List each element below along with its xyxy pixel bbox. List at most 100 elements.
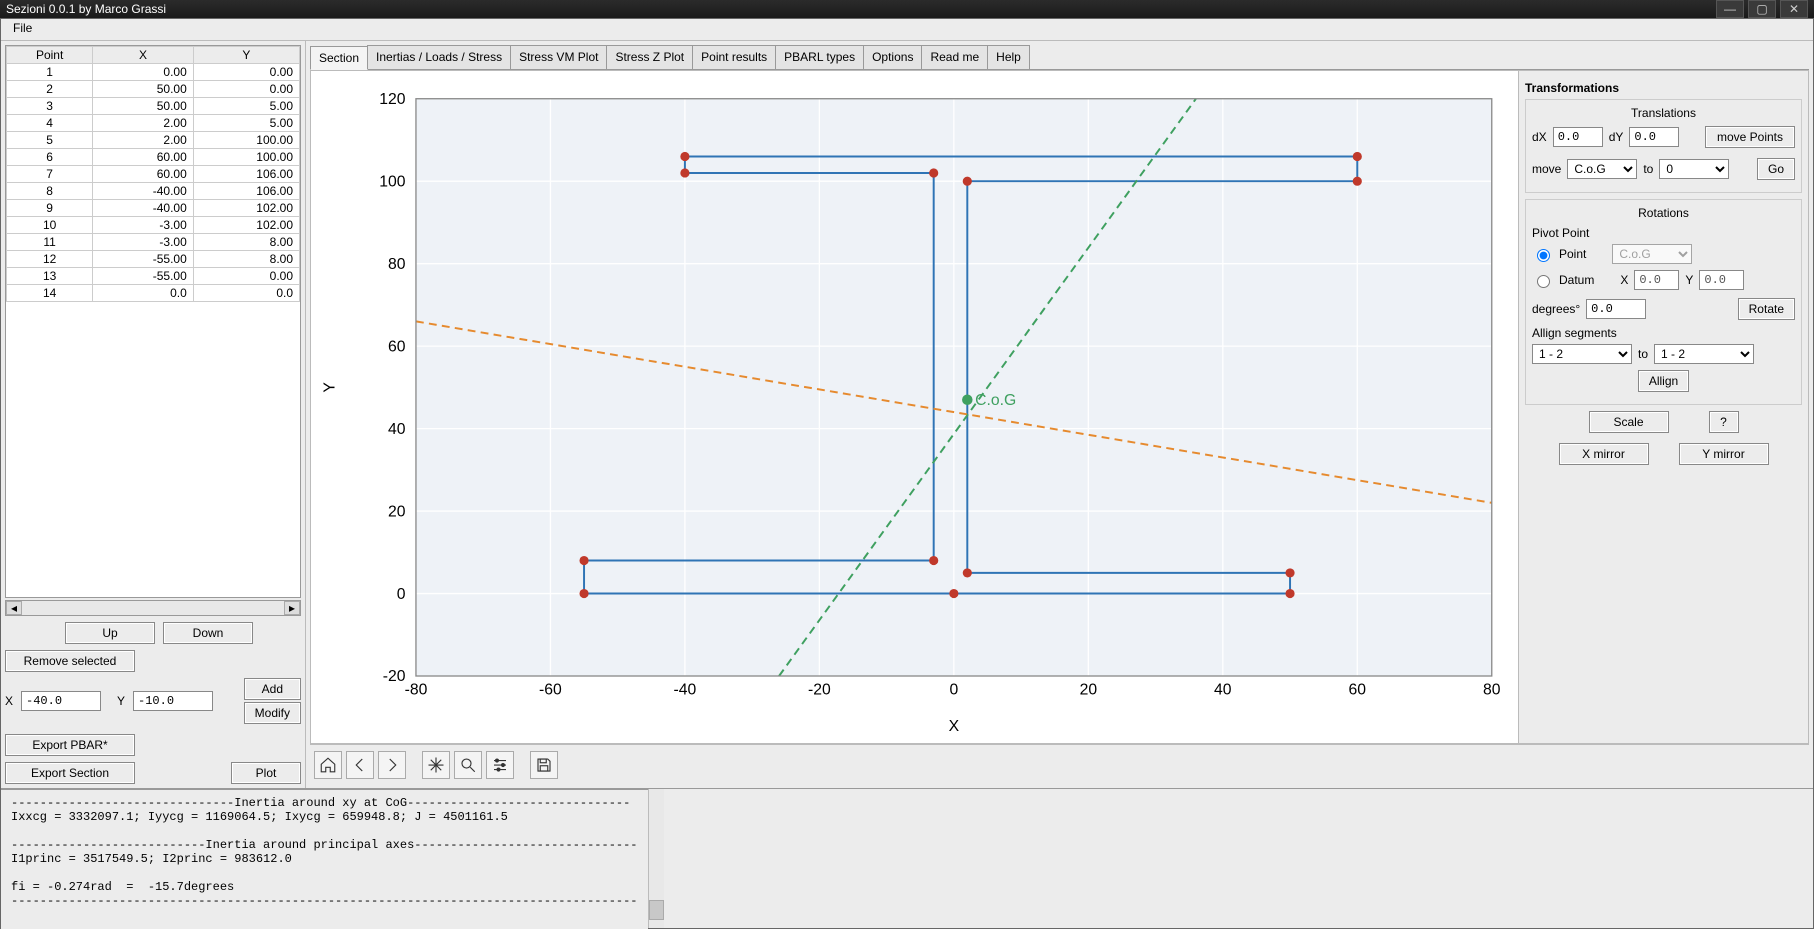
plot-button[interactable]: Plot xyxy=(231,762,301,784)
transformations-panel: Transformations Translations dX dY move … xyxy=(1519,70,1809,744)
plot-toolbar xyxy=(310,744,1809,784)
scroll-right-icon[interactable]: ▸ xyxy=(284,601,300,615)
svg-text:120: 120 xyxy=(379,91,406,108)
datum-x-input[interactable] xyxy=(1634,270,1679,290)
svg-text:60: 60 xyxy=(1349,681,1367,698)
table-row[interactable]: 11-3.008.00 xyxy=(7,234,300,251)
to-label: to xyxy=(1643,162,1653,176)
window-title: Sezioni 0.0.1 by Marco Grassi xyxy=(6,2,1712,16)
svg-text:60: 60 xyxy=(388,338,406,355)
move-label: move xyxy=(1532,162,1561,176)
add-button[interactable]: Add xyxy=(244,678,301,700)
move-from-select[interactable]: C.o.G xyxy=(1567,159,1637,179)
degrees-input[interactable] xyxy=(1586,299,1646,319)
export-pbar-button[interactable]: Export PBAR* xyxy=(5,734,135,756)
svg-text:X: X xyxy=(949,718,960,735)
table-row[interactable]: 140.00.0 xyxy=(7,285,300,302)
rotate-button[interactable]: Rotate xyxy=(1738,298,1795,320)
pivot-point-select[interactable]: C.o.G xyxy=(1612,244,1692,264)
home-icon[interactable] xyxy=(314,751,342,779)
y-input[interactable] xyxy=(133,691,213,711)
section-chart: -80-60-40-20020406080-20020406080100120X… xyxy=(311,71,1518,743)
svg-text:-20: -20 xyxy=(383,668,406,685)
table-row[interactable]: 10-3.00102.00 xyxy=(7,217,300,234)
pivot-datum-radio[interactable] xyxy=(1537,275,1550,288)
menubar: File xyxy=(1,19,1813,41)
y-mirror-button[interactable]: Y mirror xyxy=(1679,443,1769,465)
back-icon[interactable] xyxy=(346,751,374,779)
tab-read-me[interactable]: Read me xyxy=(921,45,988,69)
dy-input[interactable] xyxy=(1629,127,1679,147)
svg-text:80: 80 xyxy=(388,256,406,273)
pivot-point-label: Pivot Point xyxy=(1532,226,1795,240)
plot-area[interactable]: -80-60-40-20020406080-20020406080100120X… xyxy=(310,70,1519,744)
svg-text:-20: -20 xyxy=(808,681,831,698)
align-to-label: to xyxy=(1638,347,1648,361)
modify-button[interactable]: Modify xyxy=(244,702,301,724)
svg-text:-60: -60 xyxy=(539,681,562,698)
align-button[interactable]: Allign xyxy=(1638,370,1689,392)
console-scrollbar[interactable] xyxy=(648,789,664,928)
tab-stress-vm-plot[interactable]: Stress VM Plot xyxy=(510,45,607,69)
table-row[interactable]: 10.000.00 xyxy=(7,64,300,81)
svg-text:20: 20 xyxy=(1080,681,1098,698)
menu-file[interactable]: File xyxy=(7,19,38,37)
svg-text:100: 100 xyxy=(379,173,406,190)
tab-point-results[interactable]: Point results xyxy=(692,45,776,69)
pivot-point-radio[interactable] xyxy=(1537,249,1550,262)
minimize-button[interactable]: — xyxy=(1716,0,1744,18)
save-icon[interactable] xyxy=(530,751,558,779)
down-button[interactable]: Down xyxy=(163,622,253,644)
dx-input[interactable] xyxy=(1553,127,1603,147)
degrees-label: degrees° xyxy=(1532,302,1580,316)
scale-button[interactable]: Scale xyxy=(1589,411,1669,433)
tab-pbarl-types[interactable]: PBARL types xyxy=(775,45,864,69)
tab-section[interactable]: Section xyxy=(310,46,368,70)
tab-help[interactable]: Help xyxy=(987,45,1030,69)
help-button[interactable]: ? xyxy=(1709,411,1739,433)
configure-icon[interactable] xyxy=(486,751,514,779)
tab-stress-z-plot[interactable]: Stress Z Plot xyxy=(606,45,693,69)
x-label: X xyxy=(5,694,13,708)
col-x[interactable]: X xyxy=(93,47,194,64)
align-from-select[interactable]: 1 - 2 xyxy=(1532,344,1632,364)
tab-inertias-loads-stress[interactable]: Inertias / Loads / Stress xyxy=(367,45,511,69)
table-row[interactable]: 760.00106.00 xyxy=(7,166,300,183)
pan-icon[interactable] xyxy=(422,751,450,779)
table-row[interactable]: 8-40.00106.00 xyxy=(7,183,300,200)
table-row[interactable]: 13-55.000.00 xyxy=(7,268,300,285)
move-points-button[interactable]: move Points xyxy=(1705,126,1795,148)
table-row[interactable]: 9-40.00102.00 xyxy=(7,200,300,217)
remove-selected-button[interactable]: Remove selected xyxy=(5,650,135,672)
transformations-title: Transformations xyxy=(1525,77,1802,99)
zoom-icon[interactable] xyxy=(454,751,482,779)
x-mirror-button[interactable]: X mirror xyxy=(1559,443,1649,465)
col-point[interactable]: Point xyxy=(7,47,93,64)
table-row[interactable]: 350.005.00 xyxy=(7,98,300,115)
forward-icon[interactable] xyxy=(378,751,406,779)
col-y[interactable]: Y xyxy=(193,47,299,64)
table-row[interactable]: 52.00100.00 xyxy=(7,132,300,149)
svg-text:40: 40 xyxy=(1214,681,1232,698)
tab-options[interactable]: Options xyxy=(863,45,922,69)
up-button[interactable]: Up xyxy=(65,622,155,644)
table-row[interactable]: 42.005.00 xyxy=(7,115,300,132)
align-to-select[interactable]: 1 - 2 xyxy=(1654,344,1754,364)
scroll-left-icon[interactable]: ◂ xyxy=(6,601,22,615)
export-section-button[interactable]: Export Section xyxy=(5,762,135,784)
svg-text:Y: Y xyxy=(322,382,339,393)
points-table[interactable]: Point X Y 10.000.00250.000.00350.005.004… xyxy=(5,45,301,598)
output-console[interactable]: -------------------------------Inertia a… xyxy=(1,789,648,929)
go-button[interactable]: Go xyxy=(1757,158,1795,180)
svg-text:-80: -80 xyxy=(405,681,428,698)
datum-y-input[interactable] xyxy=(1699,270,1744,290)
close-button[interactable]: ✕ xyxy=(1780,0,1808,18)
table-hscroll[interactable]: ◂ ▸ xyxy=(5,600,301,616)
table-row[interactable]: 12-55.008.00 xyxy=(7,251,300,268)
translations-title: Translations xyxy=(1532,106,1795,120)
move-to-select[interactable]: 0 xyxy=(1659,159,1729,179)
maximize-button[interactable]: ▢ xyxy=(1748,0,1776,18)
x-input[interactable] xyxy=(21,691,101,711)
table-row[interactable]: 250.000.00 xyxy=(7,81,300,98)
table-row[interactable]: 660.00100.00 xyxy=(7,149,300,166)
